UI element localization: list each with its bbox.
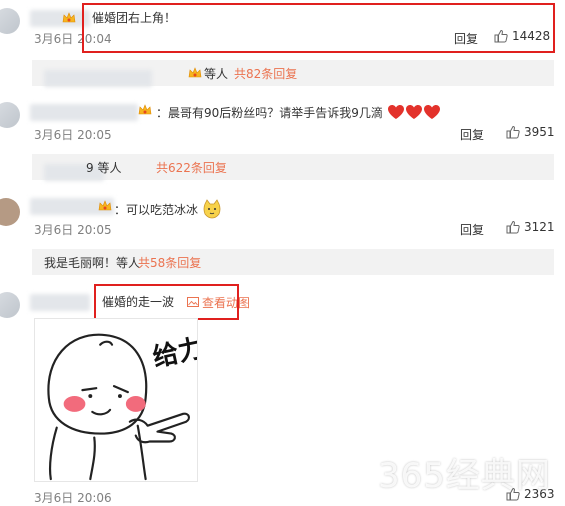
reply-summary-tail: 9 等人 bbox=[86, 161, 122, 175]
reply-button[interactable]: 回复 bbox=[460, 221, 484, 238]
crown-icon bbox=[98, 200, 112, 211]
like-button[interactable]: 3121 bbox=[506, 220, 555, 234]
comment-time: 3月6日 20:05 bbox=[34, 128, 112, 142]
comment-image[interactable]: 给力！ bbox=[34, 318, 232, 482]
like-count: 3121 bbox=[524, 220, 555, 234]
like-count: 3951 bbox=[524, 125, 555, 139]
thumbs-up-icon bbox=[506, 125, 520, 139]
avatar[interactable] bbox=[0, 8, 20, 34]
sticker-text: 给力！ bbox=[150, 327, 197, 373]
reply-count-link[interactable]: 共622条回复 bbox=[156, 159, 227, 176]
cat-emoji-icon bbox=[203, 199, 221, 219]
highlight-box bbox=[94, 284, 239, 320]
crown-icon bbox=[188, 67, 202, 78]
sticker-illustration: 给力！ bbox=[47, 327, 232, 481]
reply-summary[interactable]: 我是毛丽啊！等人 共58条回复 bbox=[32, 249, 554, 275]
reply-summary-tail: 等人 bbox=[204, 67, 229, 81]
thumbs-up-icon bbox=[506, 220, 520, 234]
watermark: 365经典网 bbox=[378, 456, 551, 496]
comment-text: ：可以吃范冰冰 bbox=[114, 199, 222, 219]
avatar[interactable] bbox=[0, 198, 20, 226]
crown-icon bbox=[138, 104, 152, 115]
highlight-box bbox=[82, 3, 555, 53]
reply-count-link[interactable]: 共58条回复 bbox=[138, 254, 201, 271]
avatar[interactable] bbox=[0, 292, 20, 318]
crown-icon bbox=[62, 12, 76, 23]
reply-count-link[interactable]: 共82条回复 bbox=[234, 65, 297, 82]
reply-summary[interactable]: 某某某某某某某某某 等人 共82条回复 bbox=[32, 60, 554, 87]
comment-text: ：晨哥有90后粉丝吗？请举手告诉我9几滴 bbox=[156, 104, 441, 121]
reply-summary-tail: 我是毛丽啊！等人 bbox=[44, 256, 141, 270]
heart-icon bbox=[423, 105, 440, 119]
heart-icon bbox=[405, 105, 422, 119]
username-blurred[interactable]: 某某某某某某某某某 bbox=[30, 104, 139, 121]
heart-icon bbox=[387, 105, 404, 119]
avatar[interactable] bbox=[0, 102, 20, 128]
username-blurred[interactable]: 某某某某某 bbox=[30, 294, 91, 311]
comment-time: 3月6日 20:05 bbox=[34, 223, 112, 237]
reply-button[interactable]: 回复 bbox=[460, 126, 484, 143]
comment-time: 3月6日 20:06 bbox=[34, 491, 112, 505]
reply-summary[interactable]: 某某某某某 9 等人 共622条回复 bbox=[32, 154, 554, 181]
like-button[interactable]: 3951 bbox=[506, 125, 555, 139]
